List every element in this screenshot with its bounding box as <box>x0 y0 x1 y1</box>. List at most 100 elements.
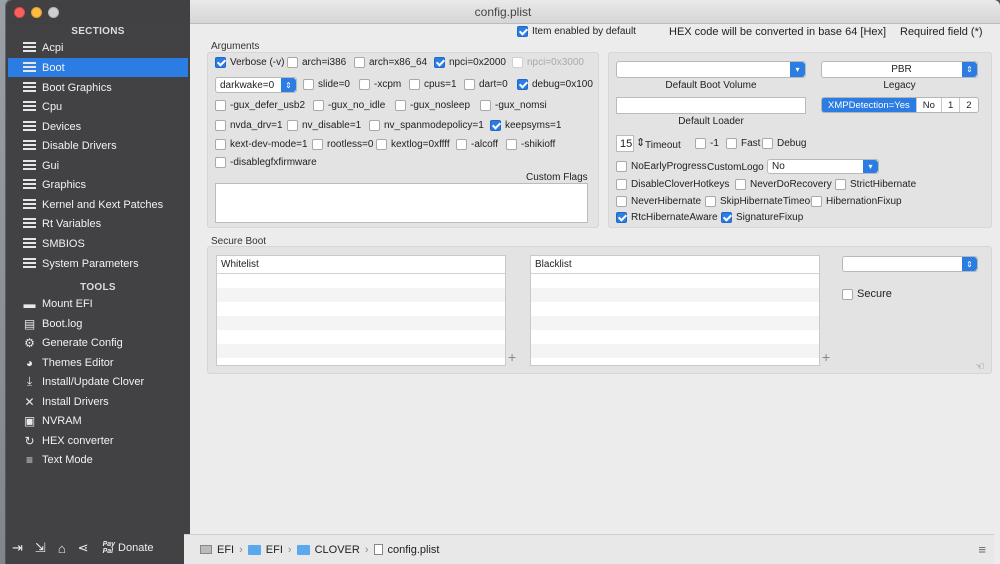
no-early-progress[interactable]: NoEarlyProgress <box>616 161 707 172</box>
legacy-select[interactable]: PBR ⇕ <box>821 61 978 78</box>
segment-xmp-2[interactable]: 2 <box>959 98 977 112</box>
hibernation-fixup[interactable]: HibernationFixup <box>811 196 902 207</box>
home-icon[interactable]: ⌂ <box>58 541 66 556</box>
share-icon[interactable]: ⋖ <box>78 540 89 556</box>
list-icon <box>22 60 37 75</box>
sidebar-item-disable-drivers[interactable]: Disable Drivers <box>8 136 188 155</box>
timeout-fast[interactable]: Fast <box>726 138 760 149</box>
disk-icon <box>200 545 212 554</box>
close-window-button[interactable] <box>14 7 25 18</box>
segment-xmp-1[interactable]: 1 <box>940 98 959 112</box>
arg-dart[interactable]: dart=0 <box>464 79 508 90</box>
darkwake-select[interactable]: darkwake=0 ⇕ <box>215 77 297 93</box>
sidebar-item-rt-variables[interactable]: Rt Variables <box>8 214 188 233</box>
chevron-right-icon: › <box>239 543 243 556</box>
tool-mount-efi[interactable]: ▬ Mount EFI <box>8 294 188 313</box>
arg-debug[interactable]: debug=0x100 <box>517 79 593 90</box>
arg-verbose[interactable]: Verbose (-v) <box>215 57 284 68</box>
add-blacklist-button[interactable]: + <box>822 349 830 365</box>
sidebar-item-devices[interactable]: Devices <box>8 117 188 136</box>
add-whitelist-button[interactable]: + <box>508 349 516 365</box>
default-loader-input[interactable] <box>616 97 806 114</box>
xmp-detection-segmented[interactable]: XMPDetection=Yes No 1 2 <box>821 97 979 113</box>
timeout-input[interactable]: 15 <box>616 135 634 152</box>
custom-flags-input[interactable] <box>215 183 588 223</box>
list-icon <box>22 177 37 192</box>
arg-alcoff[interactable]: -alcoff <box>456 139 498 150</box>
skip-hibernate-timeout[interactable]: SkipHibernateTimeout <box>705 196 819 207</box>
blacklist-table[interactable]: Blacklist <box>530 255 820 366</box>
sidebar-item-graphics[interactable]: Graphics <box>8 175 188 194</box>
disable-clover-hotkeys[interactable]: DisableCloverHotkeys <box>616 179 729 190</box>
arg-rootless[interactable]: rootless=0 <box>312 139 373 150</box>
donate-button[interactable]: Pay Pal Donate <box>103 541 154 555</box>
arg-slide[interactable]: slide=0 <box>303 79 350 90</box>
chevron-down-icon: ▾ <box>790 62 805 77</box>
never-hibernate[interactable]: NeverHibernate <box>616 196 701 207</box>
list-icon <box>22 236 37 251</box>
secure-checkbox[interactable]: Secure <box>842 288 892 300</box>
list-icon <box>22 138 37 153</box>
arg-nv-spanmodepolicy[interactable]: nv_spanmodepolicy=1 <box>369 120 484 131</box>
arg-gux-defer-usb2[interactable]: -gux_defer_usb2 <box>215 100 305 111</box>
arg-gux-no-idle[interactable]: -gux_no_idle <box>313 100 385 111</box>
sidebar-item-acpi[interactable]: Acpi <box>8 38 188 57</box>
sidebar-item-boot[interactable]: Boot <box>8 58 188 77</box>
arg-cpus[interactable]: cpus=1 <box>409 79 457 90</box>
strict-hibernate[interactable]: StrictHibernate <box>835 179 916 190</box>
required-field-note: Required field (*) <box>900 26 983 38</box>
path-efi-volume[interactable]: EFI <box>217 544 234 556</box>
arg-npci-3000[interactable]: npci=0x3000 <box>512 57 584 68</box>
sidebar-item-gui[interactable]: Gui <box>8 156 188 175</box>
segment-xmp-no[interactable]: No <box>915 98 941 112</box>
arg-nvda-drv[interactable]: nvda_drv=1 <box>215 120 283 131</box>
whitelist-table[interactable]: Whitelist <box>216 255 506 366</box>
path-efi-folder[interactable]: EFI <box>266 544 283 556</box>
tool-hex-converter[interactable]: ↻ HEX converter <box>8 431 188 450</box>
tool-install-drivers[interactable]: ✕ Install Drivers <box>8 392 188 411</box>
secure-boot-policy-select[interactable]: ⇕ <box>842 256 978 272</box>
arg-disablegfxfirmware[interactable]: -disablegfxfirmware <box>215 157 317 168</box>
segment-xmp-yes[interactable]: XMPDetection=Yes <box>822 98 916 112</box>
arg-gux-nomsi[interactable]: -gux_nomsi <box>480 100 547 111</box>
export-icon[interactable]: ⇲ <box>35 540 46 556</box>
arg-nv-disable[interactable]: nv_disable=1 <box>287 120 361 131</box>
sidebar-item-boot-graphics[interactable]: Boot Graphics <box>8 78 188 97</box>
sidebar-item-smbios[interactable]: SMBIOS <box>8 234 188 253</box>
login-icon[interactable]: ⇥ <box>12 540 23 556</box>
arg-kextlog[interactable]: kextlog=0xffff <box>376 139 450 150</box>
minimize-window-button[interactable] <box>31 7 42 18</box>
arg-xcpm[interactable]: -xcpm <box>359 79 401 90</box>
tool-nvram[interactable]: ▣ NVRAM <box>8 411 188 430</box>
zoom-window-button[interactable] <box>48 7 59 18</box>
path-clover-folder[interactable]: CLOVER <box>315 544 360 556</box>
timeout-minus-one[interactable]: -1 <box>695 138 719 149</box>
arg-arch-x86-64[interactable]: arch=x86_64 <box>354 57 427 68</box>
default-boot-volume-select[interactable]: ▾ <box>616 61 806 78</box>
sidebar-item-cpu[interactable]: Cpu <box>8 97 188 116</box>
timeout-stepper[interactable]: ⇕ <box>636 136 645 149</box>
arg-npci-2000[interactable]: npci=0x2000 <box>434 57 506 68</box>
signature-fixup[interactable]: SignatureFixup <box>721 212 803 223</box>
arg-shikioff[interactable]: -shikioff <box>506 139 555 150</box>
tool-boot-log[interactable]: ▤ Boot.log <box>8 314 188 333</box>
sections-header: SECTIONS <box>71 26 125 37</box>
rtc-hibernate-aware[interactable]: RtcHibernateAware <box>616 212 718 223</box>
tool-generate-config[interactable]: ⚙ Generate Config <box>8 333 188 352</box>
chevron-updown-icon: ⇕ <box>962 62 977 77</box>
path-config-file[interactable]: config.plist <box>388 544 440 556</box>
arg-kext-dev-mode[interactable]: kext-dev-mode=1 <box>215 139 308 150</box>
tool-text-mode[interactable]: ≡ Text Mode <box>8 450 188 469</box>
chevron-down-icon: ▾ <box>863 160 878 173</box>
timeout-debug[interactable]: Debug <box>762 138 806 149</box>
never-do-recovery[interactable]: NeverDoRecovery <box>735 179 832 190</box>
tool-themes-editor[interactable]: ◕ Themes Editor <box>8 353 188 372</box>
custom-logo-select[interactable]: No ▾ <box>767 159 879 174</box>
tool-install-update-clover[interactable]: ⤓ Install/Update Clover <box>8 372 188 391</box>
sidebar-item-kernel-kext-patches[interactable]: Kernel and Kext Patches <box>8 195 188 214</box>
arg-arch-i386[interactable]: arch=i386 <box>287 57 346 68</box>
arg-keepsyms[interactable]: keepsyms=1 <box>490 120 561 131</box>
menu-icon[interactable]: ≡ <box>978 542 986 557</box>
sidebar-item-system-parameters[interactable]: System Parameters <box>8 254 188 273</box>
arg-gux-nosleep[interactable]: -gux_nosleep <box>395 100 470 111</box>
